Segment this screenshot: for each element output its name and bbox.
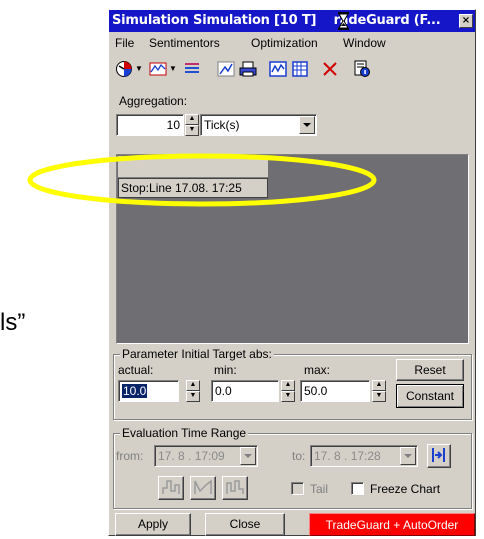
max-label: max: [304, 363, 331, 377]
title-bar[interactable]: Simulation Simulation [10 T] radeGuard (… [109, 10, 475, 32]
spin-up-icon[interactable]: ▲ [185, 114, 199, 125]
aggregation-unit-select[interactable]: Tick(s) [200, 114, 317, 136]
menu-sentimentors[interactable]: Sentimentors [149, 36, 220, 50]
chevron-down-icon[interactable] [240, 447, 256, 465]
chart-icon[interactable] [149, 60, 167, 78]
range-marker-button[interactable] [427, 444, 451, 468]
evaluation-group-title: Evaluation Time Range [120, 426, 249, 440]
reset-button[interactable]: Reset [396, 359, 464, 381]
table-icon[interactable] [291, 60, 309, 78]
aggregation-unit-value: Tick(s) [204, 118, 240, 132]
apply-button[interactable]: Apply [115, 513, 191, 536]
aggregation-value-input[interactable]: 10 [116, 114, 184, 136]
to-date-input[interactable]: 17. 8 . 17:28 [310, 445, 418, 467]
range-start-icon [162, 480, 180, 494]
dropdown-arrow-icon[interactable]: ▼ [135, 64, 143, 73]
parameter-group-title: Parameter Initial Target abs: [120, 347, 274, 361]
menu-window[interactable]: Window [343, 36, 386, 50]
grid-icon[interactable] [269, 60, 287, 78]
tradeguard-autoorder-button[interactable]: TradeGuard + AutoOrder [309, 513, 475, 536]
constant-button[interactable]: Constant [396, 384, 464, 408]
to-label: to: [292, 449, 306, 463]
max-input[interactable]: 50.0 [300, 380, 370, 402]
range-curve-button[interactable] [190, 476, 216, 500]
spin-up-icon[interactable]: ▲ [281, 380, 295, 391]
freeze-chart-checkbox[interactable] [351, 482, 364, 495]
aggregation-label: Aggregation: [119, 94, 188, 108]
spin-up-icon[interactable]: ▲ [186, 380, 200, 391]
aggregation-spinner[interactable]: ▲ ▼ [185, 114, 199, 136]
parameter-group: Parameter Initial Target abs: actual: mi… [113, 347, 472, 420]
actual-value: 10.0 [122, 384, 148, 398]
window-title: Simulation Simulation [10 T] [112, 13, 321, 28]
bottom-bar: Apply Close TradeGuard + AutoOrder [109, 513, 475, 536]
print-icon[interactable] [239, 60, 257, 78]
range-marker-icon [432, 448, 445, 462]
from-date-value: 17. 8 . 17:09 [158, 449, 225, 463]
close-icon[interactable]: × [459, 14, 473, 28]
spin-down-icon[interactable]: ▼ [372, 391, 386, 402]
spin-down-icon[interactable]: ▼ [185, 125, 199, 136]
stop-line-label[interactable]: Stop:Line 17.08. 17:25 [118, 178, 268, 198]
menu-optimization[interactable]: Optimization [251, 36, 318, 50]
line-tool-icon[interactable] [217, 60, 235, 78]
range-end-button[interactable] [222, 476, 248, 500]
simulation-window: Simulation Simulation [10 T] radeGuard (… [108, 9, 476, 536]
close-button[interactable]: Close [205, 513, 285, 536]
menu-bar: File Sentimentors Optimization Window [109, 33, 475, 53]
info-icon[interactable] [353, 60, 371, 78]
spin-down-icon[interactable]: ▼ [186, 391, 200, 402]
actual-label: actual: [118, 363, 154, 377]
popup-header [118, 156, 268, 178]
clock-icon[interactable] [115, 60, 133, 78]
from-date-input[interactable]: 17. 8 . 17:09 [154, 445, 258, 467]
tail-label: Tail [310, 482, 329, 496]
spin-down-icon[interactable]: ▼ [281, 391, 295, 402]
min-spinner[interactable]: ▲ ▼ [281, 380, 295, 402]
actual-input[interactable]: 10.0 [118, 380, 179, 402]
dropdown-arrow-icon[interactable]: ▼ [169, 64, 177, 73]
toolbar: ▼ ▼ [109, 54, 475, 84]
delete-icon[interactable] [321, 60, 339, 78]
range-start-button[interactable] [158, 476, 184, 500]
to-date-value: 17. 8 . 17:28 [314, 449, 381, 463]
tail-checkbox[interactable] [291, 482, 304, 495]
actual-spinner[interactable]: ▲ ▼ [186, 380, 200, 402]
hourglass-icon [338, 12, 349, 30]
range-curve-icon [194, 479, 212, 494]
chart-area[interactable]: Stop:Line 17.08. 17:25 [116, 154, 469, 344]
spin-up-icon[interactable]: ▲ [372, 380, 386, 391]
min-input[interactable]: 0.0 [211, 380, 279, 402]
menu-file[interactable]: File [115, 36, 134, 50]
min-label: min: [214, 363, 237, 377]
freeze-chart-label: Freeze Chart [370, 482, 441, 496]
evaluation-group: Evaluation Time Range from: 17. 8 . 17:0… [113, 426, 472, 509]
chevron-down-icon[interactable] [400, 447, 416, 465]
range-end-icon [226, 480, 244, 494]
max-spinner[interactable]: ▲ ▼ [372, 380, 386, 402]
from-label: from: [116, 449, 144, 463]
chevron-down-icon[interactable] [299, 116, 315, 134]
side-caption: ls” [0, 309, 26, 336]
list-icon[interactable] [183, 60, 201, 78]
